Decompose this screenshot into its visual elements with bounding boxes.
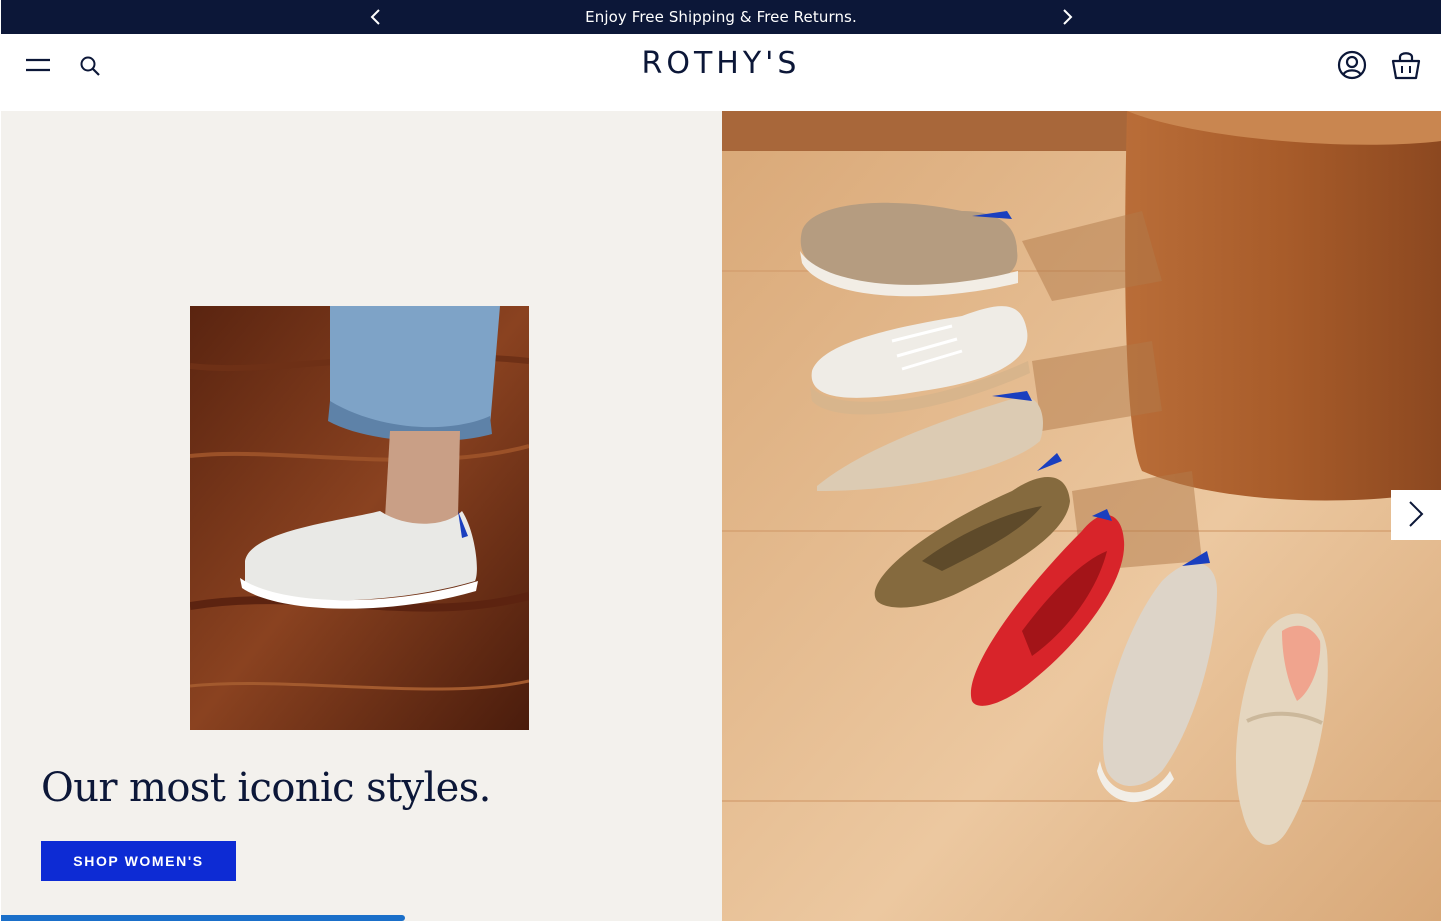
carousel-progress-bar [1, 915, 722, 921]
site-header: ROTHY'S [1, 34, 1441, 111]
menu-icon[interactable] [24, 53, 52, 77]
carousel-progress-fill [1, 915, 405, 921]
chevron-right-icon [1405, 499, 1427, 532]
announcement-bar: Enjoy Free Shipping & Free Returns. [1, 0, 1441, 34]
hero-heading: Our most iconic styles. [41, 765, 491, 811]
hero-lifestyle-photo[interactable] [190, 306, 529, 730]
search-icon[interactable] [78, 53, 102, 79]
chevron-right-icon[interactable] [1057, 7, 1077, 27]
shop-womens-button[interactable]: SHOP WOMEN'S [41, 841, 236, 881]
announcement-text: Enjoy Free Shipping & Free Returns. [585, 8, 857, 26]
account-icon[interactable] [1336, 49, 1368, 81]
hero-left-panel: Our most iconic styles. SHOP WOMEN'S [1, 111, 722, 921]
hero-product-photo[interactable] [722, 111, 1441, 921]
shopping-bag-icon[interactable] [1389, 48, 1423, 82]
brand-logo[interactable]: ROTHY'S [621, 44, 821, 84]
chevron-left-icon[interactable] [366, 7, 386, 27]
carousel-next-button[interactable] [1391, 490, 1441, 540]
